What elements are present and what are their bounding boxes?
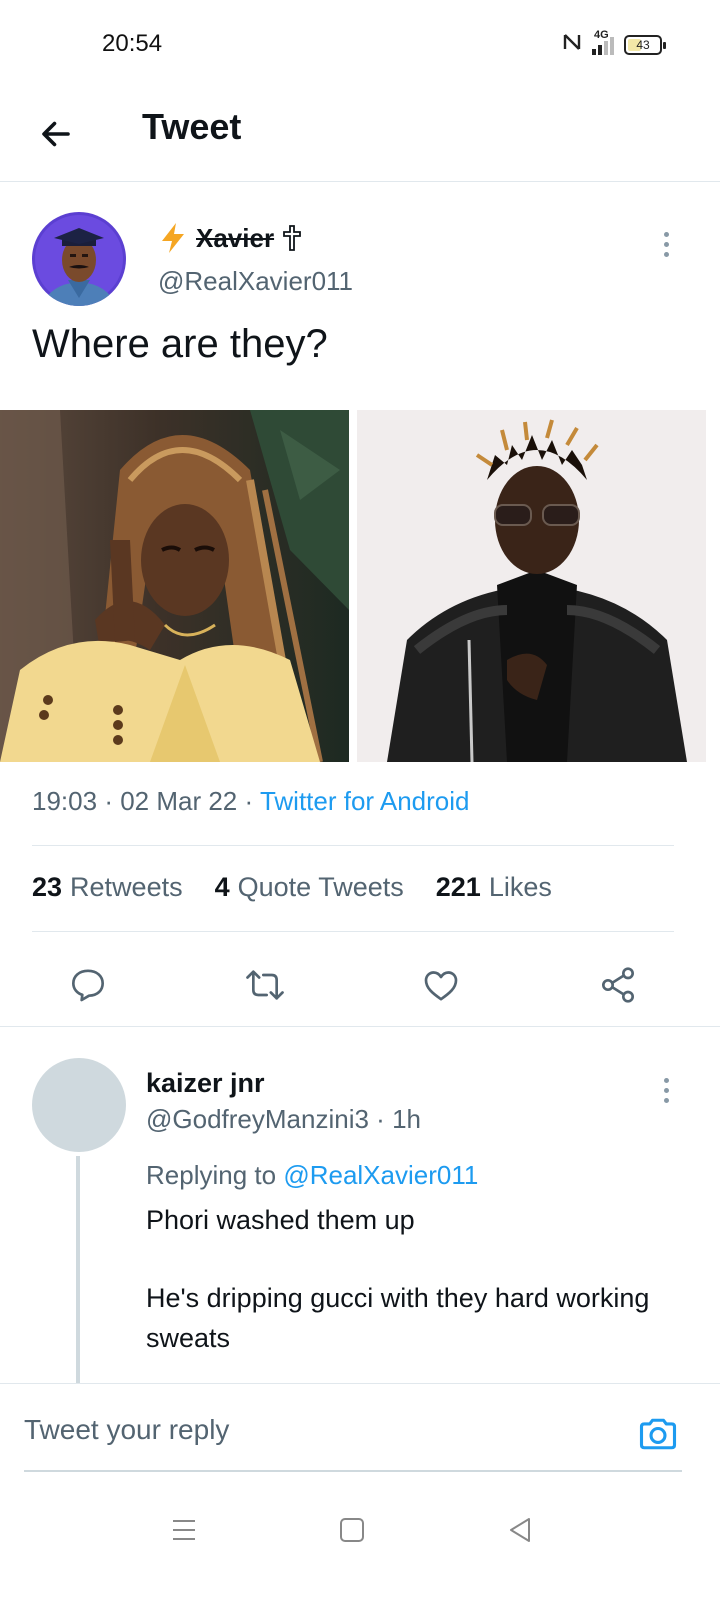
network-type: 4G (594, 29, 609, 41)
tweet-meta: 19:03 · 02 Mar 22 · Twitter for Android (32, 786, 469, 817)
likes-stat[interactable]: 221 Likes (436, 872, 552, 903)
tweet-time: 19:03 (32, 786, 98, 816)
header: Tweet (0, 90, 720, 182)
tweet-text: Where are they? (32, 322, 328, 366)
recent-apps-button[interactable] (164, 1510, 204, 1550)
reply-avatar[interactable] (32, 1058, 126, 1152)
author-avatar[interactable] (32, 212, 126, 306)
battery-level: 43 (636, 38, 650, 52)
more-dot (663, 1077, 669, 1083)
reply-button[interactable] (63, 960, 113, 1010)
quote-tweets-stat[interactable]: 4 Quote Tweets (215, 872, 404, 903)
quotes-label: Quote Tweets (237, 872, 404, 902)
more-dot (663, 251, 669, 257)
retweet-icon (246, 970, 284, 1000)
like-button[interactable] (416, 960, 466, 1010)
reply-more-options-button[interactable] (646, 1070, 686, 1110)
likes-count: 221 (435, 872, 481, 902)
cross-icon (282, 224, 302, 252)
reply-author-handle[interactable]: @GodfreyManzini3 (146, 1104, 369, 1134)
meta-separator: · (376, 1104, 393, 1134)
status-time: 20:54 (102, 30, 163, 57)
battery-icon: 43 (624, 35, 666, 55)
reply-text-line: Phori washed them up (146, 1205, 415, 1235)
replying-to: Replying to @RealXavier011 (146, 1160, 478, 1191)
status-icons: 4G 43 (562, 29, 666, 58)
quotes-count: 4 (214, 872, 230, 902)
reply-author-name[interactable]: kaizer jnr (146, 1068, 265, 1099)
like-icon (424, 971, 458, 1001)
tweet-actions (0, 945, 720, 1025)
reply-icon (72, 969, 104, 1002)
divider (32, 845, 674, 846)
arrow-left-icon (42, 121, 70, 147)
system-back-button[interactable] (500, 1510, 540, 1550)
author-handle[interactable]: @RealXavier011 (158, 266, 353, 297)
retweet-button[interactable] (240, 960, 290, 1010)
meta-separator: · (104, 786, 121, 816)
input-underline (24, 1470, 682, 1472)
reply-input[interactable] (24, 1414, 604, 1446)
reply-composer (0, 1383, 720, 1481)
replying-mention-link[interactable]: @RealXavier011 (283, 1160, 478, 1190)
retweets-label: Retweets (70, 872, 183, 902)
reply-time: 1h (392, 1104, 421, 1134)
status-bar: 20:54 4G 43 (0, 0, 720, 90)
back-triangle-icon (510, 1518, 530, 1542)
author-name: Xavier (196, 222, 275, 253)
camera-icon (639, 1418, 677, 1450)
reply-meta: @GodfreyManzini3 · 1h (146, 1104, 421, 1135)
page-title: Tweet (142, 106, 242, 147)
home-button[interactable] (332, 1510, 372, 1550)
share-button[interactable] (593, 960, 643, 1010)
system-nav-bar (0, 1482, 720, 1600)
tweet-source-link[interactable]: Twitter for Android (260, 786, 470, 816)
thread-line (76, 1156, 80, 1384)
retweets-stat[interactable]: 23 Retweets (32, 872, 183, 903)
home-square-icon (340, 1518, 364, 1542)
meta-separator: · (244, 786, 260, 816)
more-dot (663, 241, 669, 247)
share-icon (602, 967, 634, 1003)
tweet-image-2[interactable] (357, 410, 706, 762)
signal-icon: 4G (592, 29, 614, 55)
reply-text: Phori washed them up He's dripping gucci… (146, 1200, 666, 1358)
author-name-row[interactable]: Xavier (158, 222, 302, 254)
more-dot (663, 231, 669, 237)
tweet-date: 02 Mar 22 (120, 786, 238, 816)
more-dot (663, 1087, 669, 1093)
section-divider (0, 1026, 720, 1027)
menu-icon (173, 1520, 195, 1540)
more-options-button[interactable] (646, 224, 686, 264)
tweet-image-1[interactable] (0, 410, 349, 762)
divider (32, 931, 674, 932)
replying-prefix: Replying to (146, 1160, 277, 1190)
more-dot (663, 1097, 669, 1103)
likes-label: Likes (488, 872, 552, 902)
retweets-count: 23 (32, 872, 63, 902)
lightning-bolt-icon (158, 222, 188, 254)
back-button[interactable] (30, 108, 82, 160)
camera-button[interactable] (636, 1412, 680, 1456)
reply-text-line: He's dripping gucci with they hard worki… (146, 1283, 650, 1353)
tweet-stats: 23 Retweets 4 Quote Tweets 221 Likes (32, 872, 552, 903)
nfc-icon (562, 32, 582, 58)
